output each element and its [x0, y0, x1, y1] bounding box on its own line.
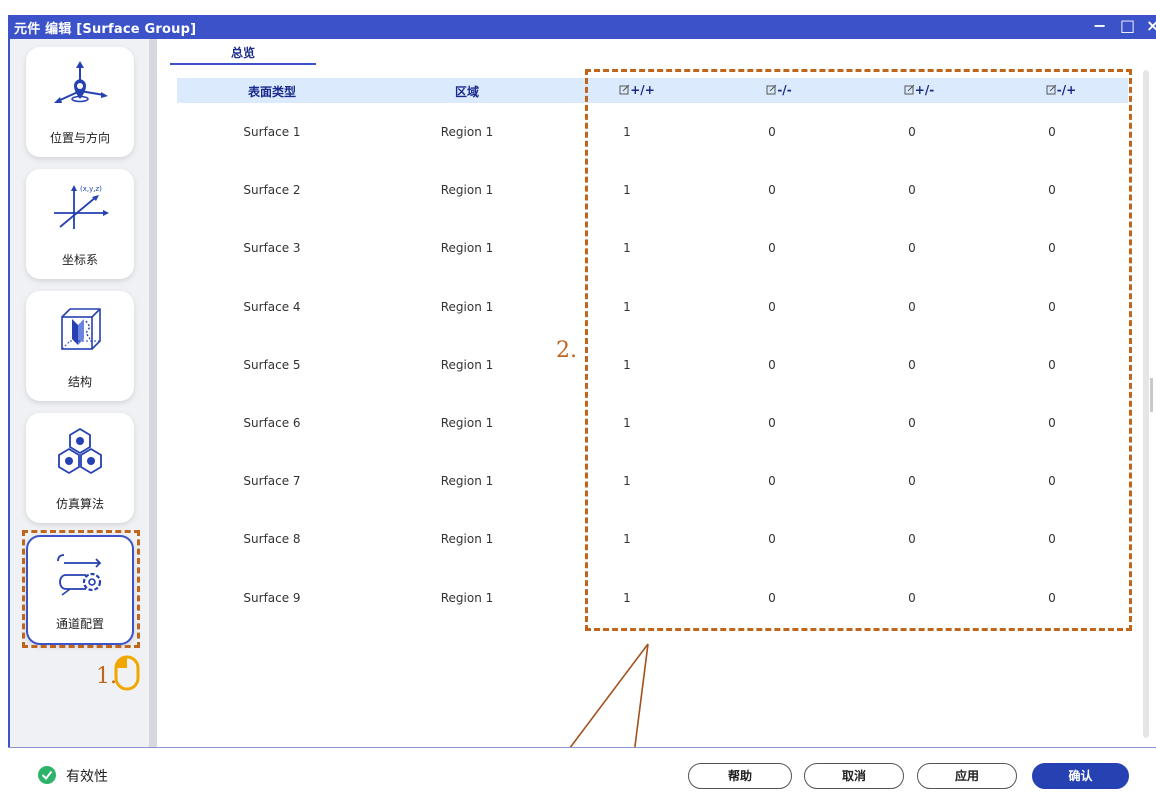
sidebar-splitter[interactable] — [149, 39, 157, 747]
column-header-surface-type: 表面类型 — [247, 85, 296, 99]
simulation-algorithm-icon — [50, 427, 110, 477]
minimize-button[interactable]: − — [1093, 16, 1106, 35]
table-cell: Region 1 — [440, 241, 494, 256]
sidebar-item-simulation-algorithm[interactable]: 仿真算法 — [26, 413, 134, 523]
table-cell: Region 1 — [440, 590, 494, 605]
scrollbar-thumb[interactable] — [1150, 378, 1153, 412]
table-cell: Surface 9 — [243, 590, 301, 605]
sidebar-item-structure[interactable]: 结构 — [26, 291, 134, 401]
sidebar-item-label: 位置与方向 — [49, 131, 110, 145]
validity-label: 有效性 — [66, 769, 108, 785]
table-cell: Surface 8 — [243, 532, 301, 547]
table-cell: Region 1 — [440, 183, 494, 198]
column-header-region: 区域 — [454, 85, 479, 99]
table-cell: Region 1 — [440, 125, 494, 139]
window-title-bar: 元件 编辑 [Surface Group] − □ × — [8, 15, 1156, 39]
cancel-button[interactable]: 取消 — [804, 763, 904, 789]
table-cell: Surface 7 — [243, 474, 301, 489]
annotation-highlight-channel-config — [22, 530, 140, 648]
table-cell: Surface 3 — [243, 241, 301, 256]
apply-button[interactable]: 应用 — [917, 763, 1017, 789]
table-cell: Surface 6 — [243, 416, 301, 430]
annotation-step-2: 2. — [556, 338, 577, 363]
sidebar-item-label: 仿真算法 — [55, 497, 104, 511]
close-button[interactable]: × — [1146, 16, 1156, 35]
position-direction-icon — [50, 61, 110, 111]
sidebar-item-label: 结构 — [67, 375, 92, 389]
annotation-highlight-columns — [585, 69, 1132, 631]
table-cell: Surface 1 — [243, 125, 301, 139]
table-cell: Region 1 — [440, 357, 494, 372]
window-title: 元件 编辑 [Surface Group] — [14, 22, 197, 37]
table-cell: Surface 5 — [243, 357, 301, 372]
mouse-click-icon — [114, 655, 140, 691]
table-cell: Region 1 — [440, 474, 494, 489]
check-circle-icon — [38, 766, 56, 784]
help-button[interactable]: 帮助 — [688, 763, 792, 789]
sidebar-item-position-direction[interactable]: 位置与方向 — [26, 47, 134, 157]
vertical-scrollbar[interactable] — [1143, 70, 1149, 738]
confirm-button[interactable]: 确认 — [1032, 763, 1129, 789]
coordinate-system-icon: (x,y,z) — [50, 183, 110, 233]
table-cell: Surface 2 — [243, 183, 301, 198]
structure-cube-icon — [50, 305, 110, 355]
maximize-button[interactable]: □ — [1120, 16, 1135, 35]
table-cell: Region 1 — [440, 532, 494, 547]
table-cell: Region 1 — [440, 299, 494, 314]
table-cell: Region 1 — [440, 416, 494, 430]
tab-active-indicator — [170, 63, 316, 65]
table-cell: Surface 4 — [243, 299, 301, 314]
sidebar-item-coordinate-system[interactable]: (x,y,z) 坐标系 — [26, 169, 134, 279]
sidebar-item-label: 坐标系 — [61, 253, 98, 267]
coordinate-axis-text: (x,y,z) — [80, 185, 102, 193]
